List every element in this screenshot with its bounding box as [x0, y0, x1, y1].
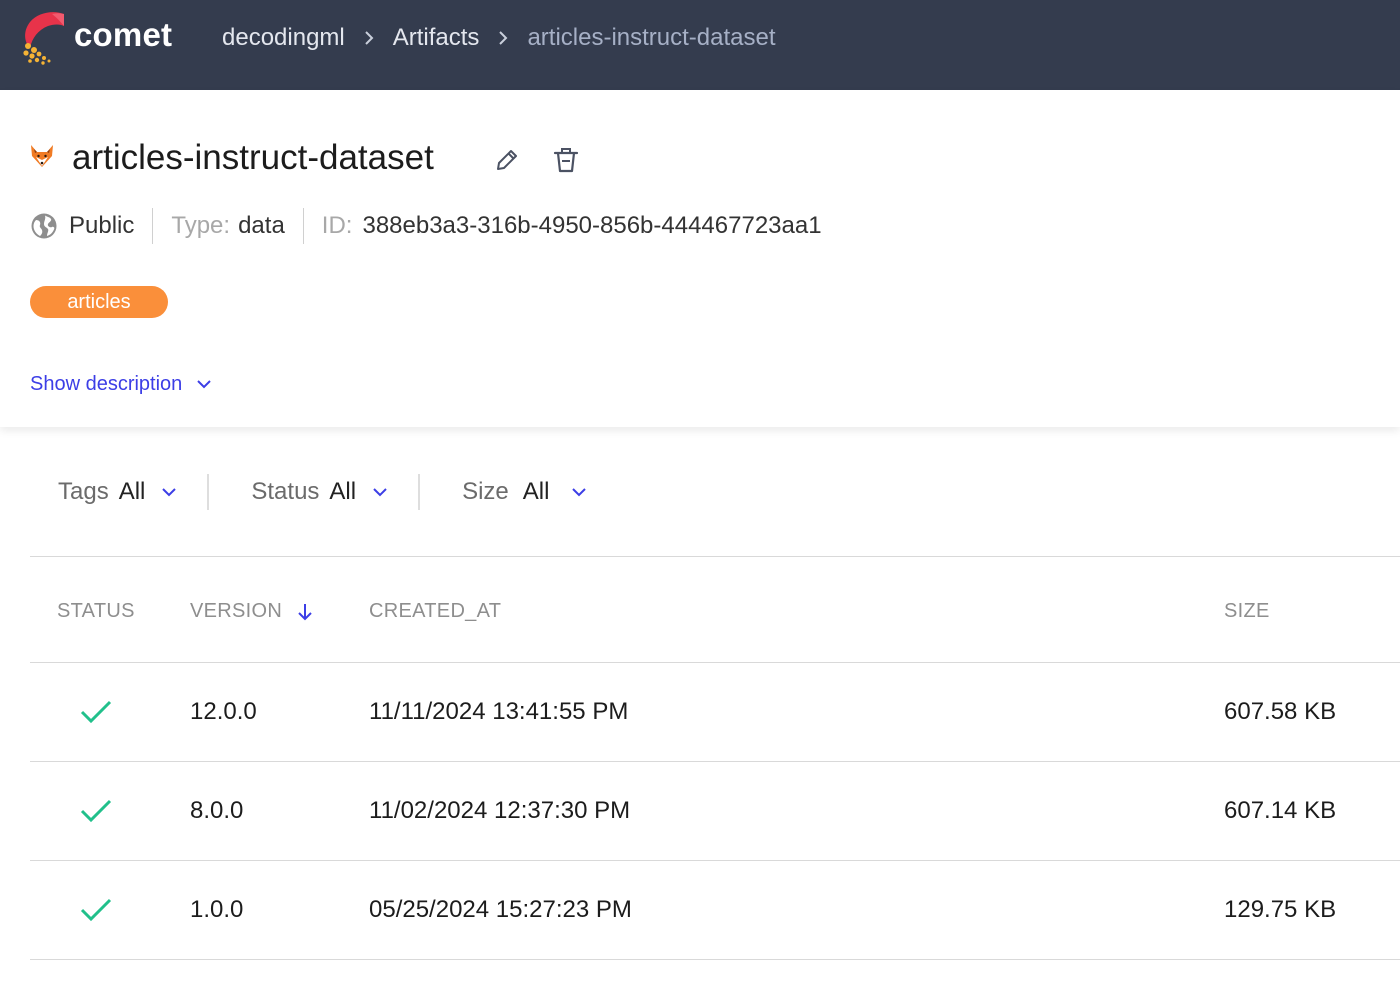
table-border [30, 662, 1400, 663]
type-value: data [238, 212, 285, 239]
row-version[interactable]: 12.0.0 [190, 698, 257, 726]
breadcrumb-artifacts[interactable]: Artifacts [393, 24, 480, 52]
comet-logo-icon[interactable] [20, 8, 68, 66]
check-icon [80, 898, 112, 922]
arrow-down-icon[interactable] [296, 602, 314, 622]
row-created-at: 05/25/2024 15:27:23 PM [369, 896, 632, 923]
trash-icon [553, 148, 579, 173]
column-header-created-at[interactable]: CREATED_AT [369, 600, 501, 623]
filter-status-value: All [329, 478, 357, 505]
brand-name[interactable]: comet [74, 16, 172, 54]
divider [302, 208, 304, 244]
filter-size-value: All [522, 478, 550, 505]
row-size: 129.75 KB [1224, 896, 1337, 923]
column-header-version[interactable]: VERSION [190, 600, 314, 623]
breadcrumb-workspace[interactable]: decodingml [222, 24, 345, 52]
show-description-label: Show description [30, 372, 183, 395]
top-navigation-bar: comet decodingml Artifacts articles-inst… [0, 0, 1400, 90]
row-created-at: 11/11/2024 13:41:55 PM [369, 698, 629, 725]
filter-bar: Tags All Status All Size All [58, 472, 587, 512]
divider [418, 474, 421, 510]
show-description-toggle[interactable]: Show description [30, 370, 212, 398]
fox-icon [31, 145, 53, 167]
id-value: 388eb3a3-316b-4950-856b-444467723aa1 [362, 212, 822, 239]
tag-badge[interactable]: articles [30, 286, 168, 318]
row-size: 607.14 KB [1224, 797, 1337, 824]
filter-tags-label: Tags [58, 478, 109, 505]
chevron-down-icon [162, 488, 177, 497]
filter-tags-value: All [118, 478, 146, 505]
chevron-down-icon [373, 488, 387, 497]
page-title: articles-instruct-dataset [72, 138, 434, 177]
filter-tags[interactable]: Tags All [58, 478, 177, 506]
table-border [30, 556, 1400, 557]
filter-size[interactable]: Size All [462, 478, 587, 506]
chevron-right-icon [479, 22, 527, 54]
edit-button[interactable] [490, 144, 524, 176]
type-label: Type: [171, 212, 231, 239]
id-label: ID: [321, 212, 353, 239]
column-header-version-label: VERSION [190, 600, 283, 622]
row-created-at: 11/02/2024 12:37:30 PM [369, 797, 631, 824]
filter-size-label: Size [462, 478, 509, 505]
table-row-divider [30, 761, 1400, 762]
check-icon [80, 700, 112, 724]
chevron-down-icon [197, 380, 212, 389]
divider [152, 208, 154, 244]
divider [207, 474, 210, 510]
chevron-right-icon [345, 22, 393, 54]
row-version[interactable]: 1.0.0 [190, 896, 243, 924]
row-version[interactable]: 8.0.0 [190, 797, 243, 825]
globe-icon [31, 213, 57, 239]
table-row-divider [30, 860, 1400, 861]
pencil-icon [497, 150, 517, 170]
row-size: 607.58 KB [1224, 698, 1337, 725]
filter-status-label: Status [251, 478, 320, 505]
table-row-divider [30, 959, 1400, 960]
chevron-down-icon [572, 488, 587, 497]
delete-button[interactable] [549, 143, 583, 177]
filter-status[interactable]: Status All [251, 478, 388, 506]
column-header-size[interactable]: SIZE [1224, 600, 1270, 623]
column-header-status[interactable]: STATUS [57, 600, 135, 623]
breadcrumb: decodingml Artifacts articles-instruct-d… [222, 22, 776, 54]
visibility-label: Public [69, 212, 135, 239]
breadcrumb-current: articles-instruct-dataset [527, 24, 776, 51]
check-icon [80, 799, 112, 823]
artifact-metadata: Public Type: data ID: 388eb3a3-316b-4950… [30, 208, 822, 244]
